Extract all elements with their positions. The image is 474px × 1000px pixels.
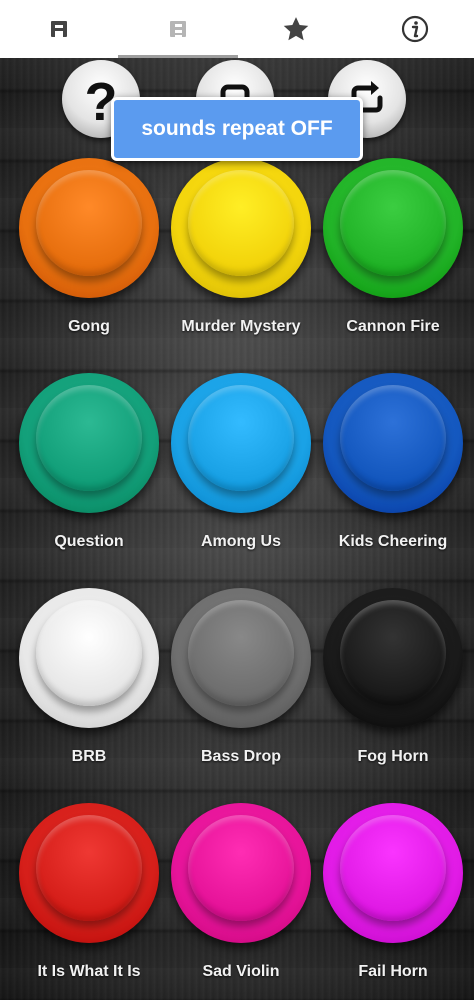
star-icon [284,17,309,41]
sound-button-label: Question [54,533,124,550]
sound-button-label: Gong [68,318,110,335]
sound-button-label: It Is What It Is [37,963,141,980]
sound-button-rim [19,373,159,513]
sound-button[interactable]: Bass Drop [165,588,317,765]
sound-button-cap [36,170,142,276]
sound-button-rim [171,373,311,513]
letter-b-icon [169,21,186,37]
sound-button-cap [188,385,294,491]
tab-info[interactable] [356,0,474,58]
sound-button[interactable]: Among Us [165,373,317,550]
sound-button-cap [340,385,446,491]
repeat-status-toast: sounds repeat OFF [111,97,363,161]
sound-button-label: Among Us [201,533,281,550]
sound-button-rim [171,588,311,728]
sound-button-label: Fail Horn [358,963,428,980]
sound-button-cap [340,170,446,276]
sound-button[interactable]: Fog Horn [317,588,469,765]
sound-button-label: Kids Cheering [338,533,448,550]
sound-button-cap [340,600,446,706]
sound-button-label: Sad Violin [202,963,280,980]
sound-button-cap [188,815,294,921]
sound-button-label: Bass Drop [200,748,282,765]
letter-a-icon [51,21,68,37]
sound-button-rim [323,373,463,513]
tab-favorites[interactable] [237,0,356,58]
sound-button-label: Cannon Fire [346,318,440,335]
sound-button-cap [36,815,142,921]
sound-button-rim [171,803,311,943]
sound-button[interactable]: Gong [13,158,165,335]
info-icon [401,15,428,43]
sound-button-rim [323,588,463,728]
sound-button-cap [188,170,294,276]
tab-a[interactable] [0,0,119,58]
sound-button-rim [19,588,159,728]
sound-button[interactable]: Murder Mystery [165,158,317,335]
sound-button[interactable]: Question [13,373,165,550]
sound-button-cap [36,385,142,491]
sound-button[interactable]: It Is What It Is [13,803,165,980]
sound-button-label: BRB [71,748,107,765]
sound-button[interactable]: Cannon Fire [317,158,469,335]
sound-button-cap [36,600,142,706]
sound-button-rim [19,158,159,298]
sound-button-rim [323,803,463,943]
sound-button[interactable]: Kids Cheering [317,373,469,550]
sound-button[interactable]: BRB [13,588,165,765]
sound-button-cap [188,600,294,706]
tab-b[interactable] [119,0,238,58]
sound-button-cap [340,815,446,921]
sound-button-rim [19,803,159,943]
sound-button[interactable]: Sad Violin [165,803,317,980]
sound-button-label: Murder Mystery [181,318,301,335]
sound-button-rim [171,158,311,298]
sound-button-rim [323,158,463,298]
tab-bar [0,0,474,58]
active-tab-indicator [118,55,238,58]
sound-button-label: Fog Horn [357,748,429,765]
sound-button[interactable]: Fail Horn [317,803,469,980]
